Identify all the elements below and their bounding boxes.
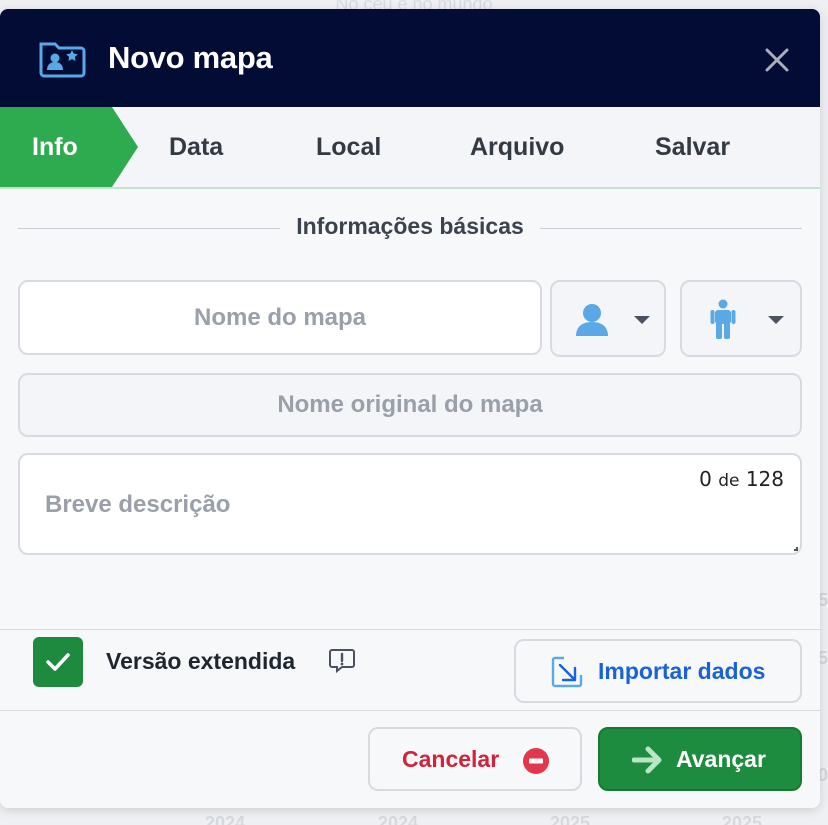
tab-arquivo[interactable]: Arquivo [470, 107, 564, 187]
chevron-down-icon [634, 316, 650, 324]
person-select[interactable] [680, 280, 802, 357]
tab-salvar[interactable]: Salvar [655, 107, 730, 187]
tab-data[interactable]: Data [169, 107, 223, 187]
section-title: Informações básicas [296, 213, 524, 239]
avatar-select[interactable] [550, 280, 666, 357]
divider [0, 629, 820, 630]
person-standing-icon [710, 299, 736, 339]
resize-handle[interactable] [794, 547, 798, 551]
background-axis-label: 2024 [378, 813, 419, 825]
original-name-input[interactable]: Nome original do mapa [18, 373, 802, 437]
cancel-button[interactable]: Cancelar [368, 727, 582, 791]
background-axis-label: 2024 [205, 813, 246, 825]
chevron-down-icon [768, 316, 784, 324]
extended-version-label: Versão extendida [106, 648, 296, 674]
close-icon[interactable] [764, 47, 790, 73]
next-label: Avançar [676, 746, 766, 772]
description-textarea[interactable]: Breve descrição 0 de 128 [18, 453, 802, 555]
description-placeholder: Breve descrição [45, 491, 231, 518]
counter-current: 0 [699, 467, 712, 491]
dialog-header: Novo mapa [0, 9, 820, 107]
background-axis: 2024 2024 2025 2025 [0, 813, 828, 825]
section-heading: Informações básicas [18, 213, 802, 243]
new-map-dialog: Novo mapa Info Data Local Arquivo Salvar… [0, 9, 820, 808]
divider [0, 710, 820, 711]
map-name-input[interactable]: Nome do mapa [18, 280, 542, 355]
tab-info[interactable]: Info [0, 107, 138, 187]
extended-version-checkbox[interactable] [33, 637, 83, 687]
import-arrow-icon [551, 656, 583, 688]
background-axis-label: 2025 [722, 813, 763, 825]
cancel-label: Cancelar [402, 746, 500, 772]
tab-local[interactable]: Local [316, 107, 381, 187]
checkmark-icon [46, 653, 70, 671]
import-data-button[interactable]: Importar dados [514, 639, 802, 703]
character-counter: 0 de 128 [699, 467, 784, 491]
dialog-title: Novo mapa [108, 40, 273, 75]
import-data-label: Importar dados [598, 658, 766, 684]
counter-separator: de [718, 471, 740, 491]
next-button[interactable]: Avançar [598, 727, 802, 791]
minus-circle-icon [523, 748, 549, 774]
folder-user-star-icon [39, 42, 86, 78]
background-axis-label: 2025 [550, 813, 591, 825]
arrow-right-icon [632, 746, 662, 774]
map-name-placeholder: Nome do mapa [193, 303, 367, 331]
wizard-tabs: Info Data Local Arquivo Salvar [0, 107, 820, 189]
counter-max: 128 [745, 467, 784, 491]
comment-exclamation-icon[interactable] [329, 647, 355, 673]
original-name-placeholder: Nome original do mapa [277, 391, 543, 418]
user-bust-icon [576, 304, 608, 336]
